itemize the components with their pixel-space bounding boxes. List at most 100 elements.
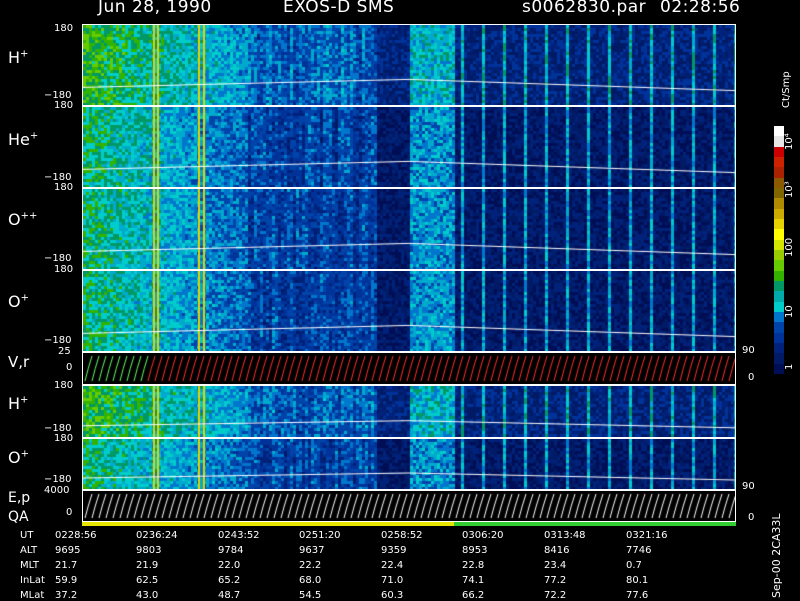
right-tick-top: 90 bbox=[742, 481, 755, 492]
y-tick-top: 180 bbox=[54, 23, 74, 34]
colorbar-segment bbox=[774, 167, 784, 179]
y-tick-bottom: −180 bbox=[44, 335, 72, 346]
footer-row-label: InLat bbox=[20, 575, 45, 586]
footer-cell: 68.0 bbox=[299, 575, 322, 586]
footer-cell: 0251:20 bbox=[299, 530, 341, 541]
ep-panel bbox=[82, 490, 736, 522]
footer-cell: 0258:52 bbox=[381, 530, 423, 541]
colorbar-segment bbox=[774, 312, 784, 323]
colorbar-segment bbox=[774, 353, 784, 365]
qa-bar bbox=[82, 522, 736, 526]
y-tick-top: 180 bbox=[54, 264, 74, 275]
footer-cell: 9637 bbox=[299, 545, 325, 556]
vr-panel bbox=[82, 352, 736, 385]
footer-cell: 21.9 bbox=[136, 560, 159, 571]
footer-cell: 8416 bbox=[544, 545, 570, 556]
spectrogram-o-plus-plus bbox=[82, 188, 736, 270]
colorbar-segment bbox=[774, 198, 784, 210]
footer-cell: 0.7 bbox=[626, 560, 642, 571]
colorbar-segment bbox=[774, 250, 784, 261]
footer-cell: 72.2 bbox=[544, 590, 567, 601]
y-tick-top: 180 bbox=[54, 182, 74, 193]
header-time: 02:28:56 bbox=[660, 0, 741, 17]
footer-cell: 0313:48 bbox=[544, 530, 586, 541]
footer-cell: 22.8 bbox=[462, 560, 485, 571]
panel-canvas bbox=[83, 491, 735, 521]
colorbar-segment bbox=[774, 177, 784, 189]
panel-label-lower-h-plus: H+ bbox=[8, 394, 29, 413]
header-instrument: EXOS-D SMS bbox=[283, 0, 395, 17]
footer-side-label: Sep-00 2CA33L bbox=[770, 513, 783, 598]
header-file: s0062830.par bbox=[522, 0, 647, 17]
panel-label-he-plus: He+ bbox=[8, 130, 39, 149]
right-tick-bottom: 0 bbox=[748, 372, 755, 383]
footer-cell: 0228:56 bbox=[55, 530, 97, 541]
panel-canvas bbox=[83, 386, 735, 437]
colorbar-segment bbox=[774, 136, 784, 148]
colorbar-tick: 10⁴ bbox=[784, 133, 795, 150]
y-tick-mid: 0 bbox=[66, 362, 73, 373]
panel-label-o-plus: O+ bbox=[8, 292, 29, 311]
panel-label-vr: V,r bbox=[8, 353, 30, 371]
footer-cell: 0306:20 bbox=[462, 530, 504, 541]
spectrogram-lower-o-plus bbox=[82, 438, 736, 490]
footer-cell: 0243:52 bbox=[218, 530, 260, 541]
footer-cell: 62.5 bbox=[136, 575, 159, 586]
colorbar-segment bbox=[774, 126, 784, 137]
y-tick-bottom: −180 bbox=[44, 253, 72, 264]
y-tick-mid: 0 bbox=[66, 507, 73, 518]
footer-cell: 48.7 bbox=[218, 590, 241, 601]
colorbar-segment bbox=[774, 219, 784, 230]
footer-cell: 37.2 bbox=[55, 590, 78, 601]
colorbar-segment bbox=[774, 291, 784, 303]
panel-canvas bbox=[83, 189, 735, 269]
footer-cell: 7746 bbox=[626, 545, 652, 556]
colorbar-segment bbox=[774, 260, 784, 272]
colorbar-segment bbox=[774, 322, 784, 334]
footer-cell: 71.0 bbox=[381, 575, 404, 586]
colorbar-segment bbox=[774, 281, 784, 292]
panel-canvas bbox=[83, 353, 735, 384]
footer-cell: 0321:16 bbox=[626, 530, 668, 541]
colorbar-tick: 100 bbox=[784, 237, 795, 257]
colorbar-segment bbox=[774, 188, 784, 199]
colorbar-segment bbox=[774, 332, 784, 344]
footer-cell: 59.9 bbox=[55, 575, 78, 586]
footer-row-label: ALT bbox=[20, 545, 38, 556]
panel-canvas bbox=[83, 439, 735, 489]
panel-label-qa: QA bbox=[8, 509, 29, 525]
colorbar-segment bbox=[774, 208, 784, 220]
colorbar-tick: 10³ bbox=[784, 181, 795, 198]
footer-cell: 74.1 bbox=[462, 575, 485, 586]
panel-label-h-plus: H+ bbox=[8, 48, 29, 67]
colorbar-tick: 10 bbox=[784, 305, 795, 318]
footer-cell: 9784 bbox=[218, 545, 244, 556]
footer-cell: 8953 bbox=[462, 545, 488, 556]
colorbar-segment bbox=[774, 239, 784, 251]
footer-cell: 60.3 bbox=[381, 590, 404, 601]
colorbar-segment bbox=[774, 301, 784, 313]
colorbar-segment bbox=[774, 343, 784, 354]
spectrogram-o-plus bbox=[82, 270, 736, 352]
panel-canvas bbox=[83, 271, 735, 351]
colorbar-segment bbox=[774, 146, 784, 158]
right-tick-top: 90 bbox=[742, 345, 755, 356]
spectrogram-h-plus bbox=[82, 24, 736, 106]
footer-cell: 9359 bbox=[381, 545, 407, 556]
footer-cell: 22.0 bbox=[218, 560, 241, 571]
colorbar-segment bbox=[774, 157, 784, 168]
footer-cell: 9803 bbox=[136, 545, 162, 556]
footer-cell: 77.6 bbox=[626, 590, 649, 601]
y-tick-top: 180 bbox=[54, 380, 74, 391]
footer-cell: 22.2 bbox=[299, 560, 322, 571]
footer-cell: 66.2 bbox=[462, 590, 485, 601]
spectrogram-lower-h-plus bbox=[82, 385, 736, 438]
right-tick-bottom: 0 bbox=[748, 512, 755, 523]
footer-row-label: MLT bbox=[20, 560, 39, 571]
y-tick-bottom: −180 bbox=[44, 474, 72, 485]
footer-row-label: MLat bbox=[20, 590, 45, 601]
footer-cell: 9695 bbox=[55, 545, 81, 556]
footer-cell: 77.2 bbox=[544, 575, 567, 586]
panel-label-lower-o-plus: O+ bbox=[8, 448, 29, 467]
footer-cell: 65.2 bbox=[218, 575, 241, 586]
